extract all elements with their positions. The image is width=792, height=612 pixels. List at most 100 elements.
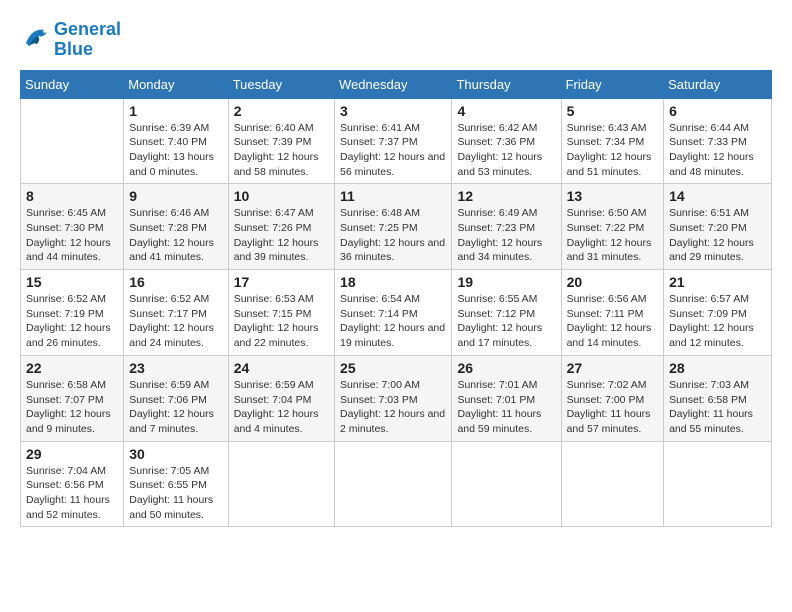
logo-general: General [54,19,121,39]
logo-blue: Blue [54,40,121,60]
day-detail: Sunrise: 6:53 AMSunset: 7:15 PMDaylight:… [234,293,319,349]
calendar-cell [561,441,664,527]
day-number: 5 [567,103,659,119]
day-number: 4 [457,103,555,119]
calendar-cell: 17 Sunrise: 6:53 AMSunset: 7:15 PMDaylig… [228,270,334,356]
calendar-cell [21,98,124,184]
day-detail: Sunrise: 6:59 AMSunset: 7:04 PMDaylight:… [234,379,319,435]
calendar-cell [228,441,334,527]
calendar-table: SundayMondayTuesdayWednesdayThursdayFrid… [20,70,772,528]
day-number: 6 [669,103,766,119]
day-detail: Sunrise: 6:51 AMSunset: 7:20 PMDaylight:… [669,207,754,263]
calendar-cell: 29 Sunrise: 7:04 AMSunset: 6:56 PMDaylig… [21,441,124,527]
day-detail: Sunrise: 6:45 AMSunset: 7:30 PMDaylight:… [26,207,111,263]
week-row-4: 22 Sunrise: 6:58 AMSunset: 7:07 PMDaylig… [21,355,772,441]
day-number: 22 [26,360,118,376]
calendar-cell: 15 Sunrise: 6:52 AMSunset: 7:19 PMDaylig… [21,270,124,356]
day-detail: Sunrise: 6:44 AMSunset: 7:33 PMDaylight:… [669,122,754,178]
day-number: 1 [129,103,222,119]
day-number: 24 [234,360,329,376]
calendar-cell: 14 Sunrise: 6:51 AMSunset: 7:20 PMDaylig… [664,184,772,270]
day-header-thursday: Thursday [452,70,561,98]
day-number: 3 [340,103,446,119]
day-number: 10 [234,188,329,204]
calendar-cell: 8 Sunrise: 6:45 AMSunset: 7:30 PMDayligh… [21,184,124,270]
calendar-cell: 10 Sunrise: 6:47 AMSunset: 7:26 PMDaylig… [228,184,334,270]
day-number: 25 [340,360,446,376]
calendar-cell: 19 Sunrise: 6:55 AMSunset: 7:12 PMDaylig… [452,270,561,356]
day-number: 19 [457,274,555,290]
page-header: General Blue [20,20,772,60]
calendar-cell: 5 Sunrise: 6:43 AMSunset: 7:34 PMDayligh… [561,98,664,184]
calendar-cell: 6 Sunrise: 6:44 AMSunset: 7:33 PMDayligh… [664,98,772,184]
day-detail: Sunrise: 7:05 AMSunset: 6:55 PMDaylight:… [129,465,213,521]
day-number: 15 [26,274,118,290]
calendar-cell [452,441,561,527]
day-detail: Sunrise: 6:39 AMSunset: 7:40 PMDaylight:… [129,122,214,178]
day-detail: Sunrise: 6:59 AMSunset: 7:06 PMDaylight:… [129,379,214,435]
day-header-wednesday: Wednesday [335,70,452,98]
calendar-cell: 18 Sunrise: 6:54 AMSunset: 7:14 PMDaylig… [335,270,452,356]
day-number: 20 [567,274,659,290]
calendar-cell [664,441,772,527]
day-header-sunday: Sunday [21,70,124,98]
day-number: 11 [340,188,446,204]
day-number: 9 [129,188,222,204]
day-detail: Sunrise: 6:40 AMSunset: 7:39 PMDaylight:… [234,122,319,178]
calendar-cell: 9 Sunrise: 6:46 AMSunset: 7:28 PMDayligh… [124,184,228,270]
day-number: 21 [669,274,766,290]
week-row-2: 8 Sunrise: 6:45 AMSunset: 7:30 PMDayligh… [21,184,772,270]
calendar-cell: 23 Sunrise: 6:59 AMSunset: 7:06 PMDaylig… [124,355,228,441]
calendar-cell: 3 Sunrise: 6:41 AMSunset: 7:37 PMDayligh… [335,98,452,184]
calendar-cell: 22 Sunrise: 6:58 AMSunset: 7:07 PMDaylig… [21,355,124,441]
calendar-cell: 12 Sunrise: 6:49 AMSunset: 7:23 PMDaylig… [452,184,561,270]
day-detail: Sunrise: 7:01 AMSunset: 7:01 PMDaylight:… [457,379,541,435]
day-detail: Sunrise: 7:02 AMSunset: 7:00 PMDaylight:… [567,379,651,435]
day-detail: Sunrise: 6:58 AMSunset: 7:07 PMDaylight:… [26,379,111,435]
day-detail: Sunrise: 7:00 AMSunset: 7:03 PMDaylight:… [340,379,445,435]
day-detail: Sunrise: 7:03 AMSunset: 6:58 PMDaylight:… [669,379,753,435]
day-detail: Sunrise: 6:41 AMSunset: 7:37 PMDaylight:… [340,122,445,178]
calendar-cell: 25 Sunrise: 7:00 AMSunset: 7:03 PMDaylig… [335,355,452,441]
day-number: 27 [567,360,659,376]
day-number: 17 [234,274,329,290]
day-detail: Sunrise: 6:52 AMSunset: 7:19 PMDaylight:… [26,293,111,349]
day-detail: Sunrise: 6:56 AMSunset: 7:11 PMDaylight:… [567,293,652,349]
header-row: SundayMondayTuesdayWednesdayThursdayFrid… [21,70,772,98]
calendar-cell: 11 Sunrise: 6:48 AMSunset: 7:25 PMDaylig… [335,184,452,270]
calendar-cell [335,441,452,527]
day-detail: Sunrise: 6:43 AMSunset: 7:34 PMDaylight:… [567,122,652,178]
calendar-cell: 28 Sunrise: 7:03 AMSunset: 6:58 PMDaylig… [664,355,772,441]
logo: General Blue [20,20,121,60]
day-detail: Sunrise: 6:48 AMSunset: 7:25 PMDaylight:… [340,207,445,263]
calendar-cell: 21 Sunrise: 6:57 AMSunset: 7:09 PMDaylig… [664,270,772,356]
day-number: 18 [340,274,446,290]
day-number: 16 [129,274,222,290]
day-number: 12 [457,188,555,204]
day-header-saturday: Saturday [664,70,772,98]
day-detail: Sunrise: 6:52 AMSunset: 7:17 PMDaylight:… [129,293,214,349]
day-detail: Sunrise: 6:42 AMSunset: 7:36 PMDaylight:… [457,122,542,178]
day-detail: Sunrise: 6:47 AMSunset: 7:26 PMDaylight:… [234,207,319,263]
calendar-cell: 13 Sunrise: 6:50 AMSunset: 7:22 PMDaylig… [561,184,664,270]
day-number: 14 [669,188,766,204]
day-detail: Sunrise: 6:54 AMSunset: 7:14 PMDaylight:… [340,293,445,349]
day-detail: Sunrise: 6:57 AMSunset: 7:09 PMDaylight:… [669,293,754,349]
calendar-cell: 30 Sunrise: 7:05 AMSunset: 6:55 PMDaylig… [124,441,228,527]
day-detail: Sunrise: 6:46 AMSunset: 7:28 PMDaylight:… [129,207,214,263]
calendar-cell: 4 Sunrise: 6:42 AMSunset: 7:36 PMDayligh… [452,98,561,184]
calendar-cell: 16 Sunrise: 6:52 AMSunset: 7:17 PMDaylig… [124,270,228,356]
day-detail: Sunrise: 6:49 AMSunset: 7:23 PMDaylight:… [457,207,542,263]
day-detail: Sunrise: 6:55 AMSunset: 7:12 PMDaylight:… [457,293,542,349]
week-row-3: 15 Sunrise: 6:52 AMSunset: 7:19 PMDaylig… [21,270,772,356]
logo-text: General Blue [54,20,121,60]
logo-icon [20,25,50,49]
day-number: 29 [26,446,118,462]
day-detail: Sunrise: 7:04 AMSunset: 6:56 PMDaylight:… [26,465,110,521]
day-header-friday: Friday [561,70,664,98]
day-detail: Sunrise: 6:50 AMSunset: 7:22 PMDaylight:… [567,207,652,263]
calendar-cell: 2 Sunrise: 6:40 AMSunset: 7:39 PMDayligh… [228,98,334,184]
week-row-1: 1 Sunrise: 6:39 AMSunset: 7:40 PMDayligh… [21,98,772,184]
calendar-cell: 27 Sunrise: 7:02 AMSunset: 7:00 PMDaylig… [561,355,664,441]
day-number: 8 [26,188,118,204]
